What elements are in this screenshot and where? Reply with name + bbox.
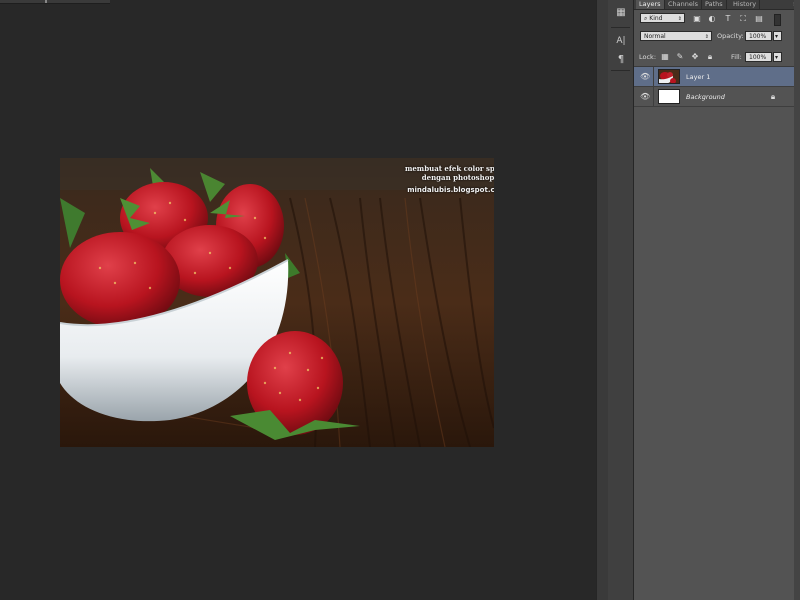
lock-icon: 🔒︎ [770,92,776,101]
paragraph-panel-icon[interactable]: ¶ [613,53,629,67]
type-filter-icon[interactable]: T [723,14,733,24]
blend-mode-select[interactable]: Normal ⇕ [640,31,712,41]
opacity-dropdown-button[interactable]: ▾ [773,31,782,41]
tab-history[interactable]: History [730,0,761,9]
opacity-input[interactable]: 100% [745,31,772,41]
chevron-updown-icon: ⇕ [677,16,682,22]
chevron-updown-icon: ⇕ [704,34,709,40]
document-canvas-image[interactable]: membuat efek color splash dengan photosh… [60,158,494,447]
lock-transparent-pixels-icon[interactable]: ▦ [660,52,670,62]
tab-layers[interactable]: Layers [636,0,665,9]
lock-label: Lock: [639,53,657,61]
shape-filter-icon[interactable]: ⛶ [738,14,748,24]
watermark-site: mindalubis.blogspot.com [407,186,494,194]
pixel-filter-icon[interactable]: ▣ [692,14,702,24]
blend-mode-value: Normal [644,33,666,40]
history-panel-icon[interactable]: ▦ [613,6,629,20]
smart-object-filter-icon[interactable]: ▤ [754,14,764,24]
lock-image-pixels-icon[interactable]: ✎ [675,52,685,62]
strawberries-photo [60,158,494,447]
adjustment-filter-icon[interactable]: ◐ [707,14,717,24]
panel-tab-bar: Layers Channels Paths History ≡ [634,0,800,10]
tab-channels[interactable]: Channels [665,0,703,9]
layer-name[interactable]: Layer 1 [686,67,710,87]
document-tab-strip[interactable] [0,0,110,4]
blend-row: Normal ⇕ Opacity: 100% ▾ [634,31,800,43]
visibility-eye-icon[interactable]: 👁︎ [640,72,650,82]
filter-row: ⌕ Kind ⇕ ▣ ◐ T ⛶ ▤ [634,12,800,26]
layer-thumbnail [658,69,680,84]
lock-all-icon[interactable]: 🔒︎ [705,52,715,62]
collapsed-panel-dock: ▦ A| ¶ [608,0,634,600]
layer-name[interactable]: Background [686,87,725,107]
canvas-area[interactable]: membuat efek color splash dengan photosh… [0,0,596,600]
character-panel-icon[interactable]: A| [613,34,629,48]
layer-thumbnail [658,89,680,104]
visibility-eye-icon[interactable]: 👁︎ [640,92,650,102]
watermark-line2: dengan photoshop [421,173,494,182]
filter-toggle-switch[interactable] [774,14,781,26]
lock-position-icon[interactable]: ✥ [690,52,700,62]
fill-label: Fill: [731,53,742,61]
fill-input[interactable]: 100% [745,52,772,62]
watermark-line1: membuat efek color splash [404,164,494,173]
fill-dropdown-button[interactable]: ▾ [773,52,782,62]
chevron-down-icon: ▾ [775,33,779,40]
layer-row-layer-1[interactable]: 👁︎ Layer 1 [634,67,800,87]
panel-scrollbar[interactable] [794,0,800,600]
tab-paths[interactable]: Paths [702,0,727,9]
chevron-down-icon: ▾ [775,54,779,61]
filter-kind-select[interactable]: ⌕ Kind ⇕ [640,13,685,23]
filter-kind-label: Kind [649,15,663,22]
lock-row: Lock: ▦ ✎ ✥ 🔒︎ Fill: 100% ▾ [634,51,800,63]
layer-row-background[interactable]: 👁︎ Background 🔒︎ [634,87,800,107]
layers-panel: Layers Channels Paths History ≡ ⌕ Kind ⇕… [634,0,800,600]
opacity-label: Opacity: [717,32,744,40]
